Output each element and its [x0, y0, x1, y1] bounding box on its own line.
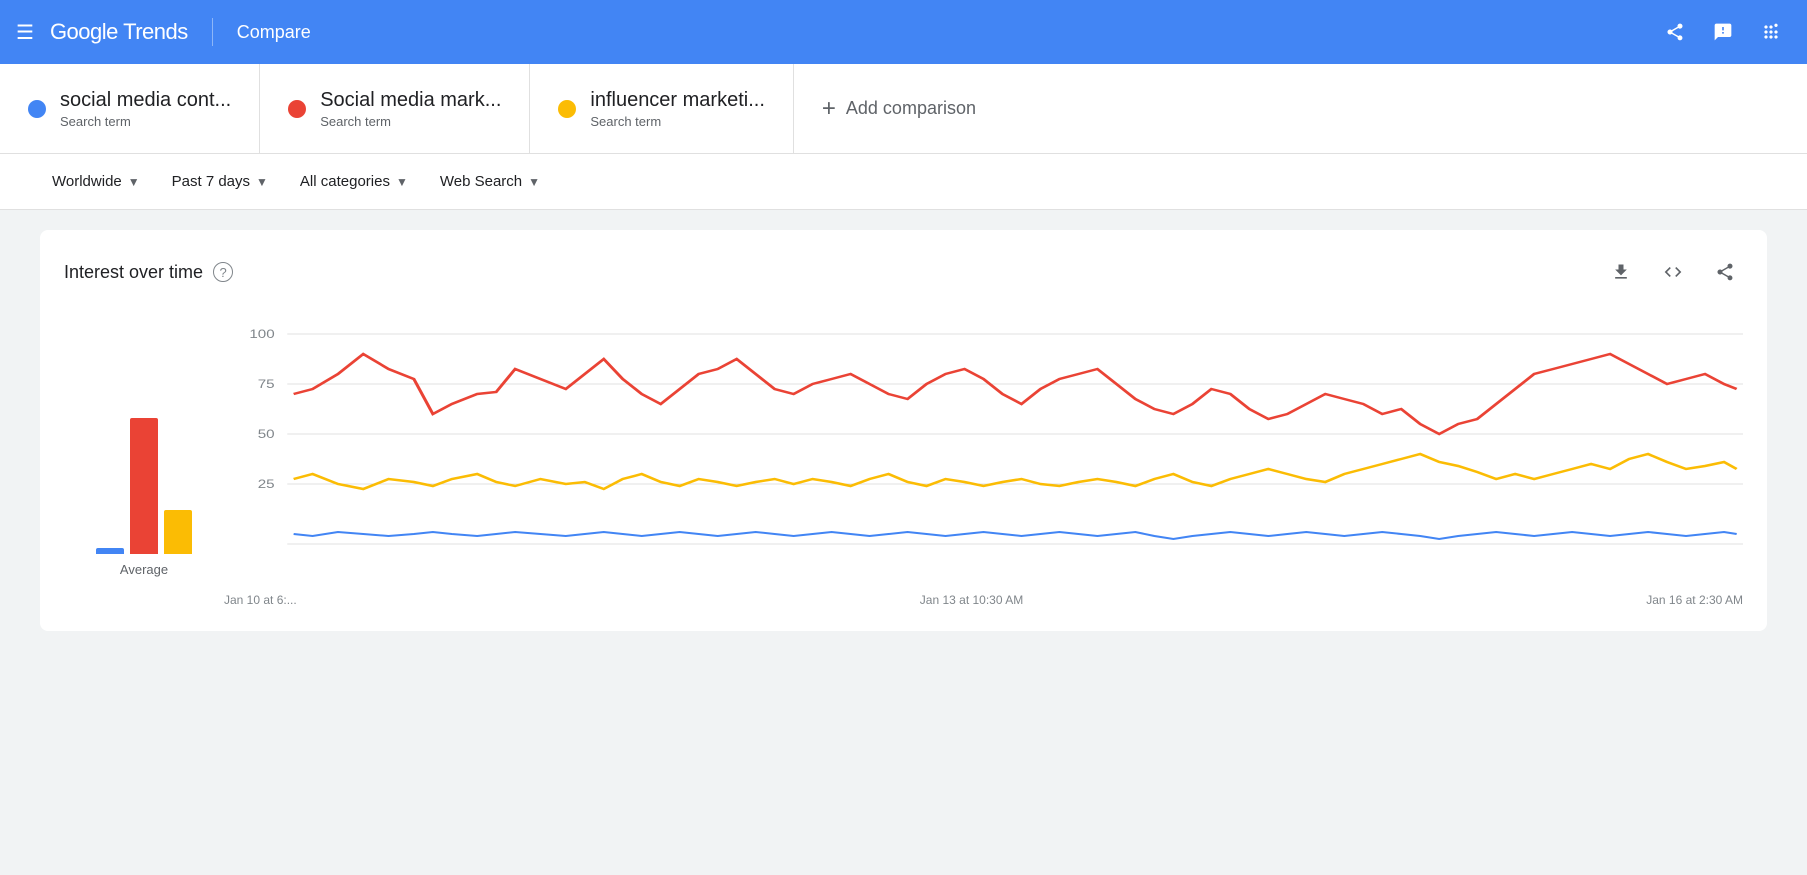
avg-bar-blue	[96, 548, 124, 554]
term1-text-wrap: social media cont... Search term	[60, 89, 231, 129]
term2-name: Social media mark...	[320, 89, 501, 112]
search-term-1[interactable]: social media cont... Search term	[0, 64, 260, 153]
term2-text-wrap: Social media mark... Search term	[320, 89, 501, 129]
app-header: ☰ Google Trends Compare	[0, 0, 1807, 64]
region-dropdown-arrow: ▼	[128, 175, 140, 189]
search-terms-bar: social media cont... Search term Social …	[0, 64, 1807, 154]
interest-over-time-card: Interest over time ?	[40, 230, 1767, 631]
blue-line	[294, 532, 1737, 539]
apps-icon[interactable]	[1751, 12, 1791, 52]
share-chart-button[interactable]	[1707, 254, 1743, 290]
card-title: Interest over time	[64, 262, 203, 283]
x-label-2: Jan 13 at 10:30 AM	[920, 593, 1023, 607]
term2-type: Search term	[320, 114, 501, 129]
term1-name: social media cont...	[60, 89, 231, 112]
card-header: Interest over time ?	[64, 254, 1743, 290]
svg-text:25: 25	[258, 477, 275, 490]
chart-average-section: Average	[64, 314, 224, 607]
svg-text:50: 50	[258, 427, 275, 440]
term3-dot	[558, 100, 576, 118]
search-term-3[interactable]: influencer marketi... Search term	[530, 64, 794, 153]
average-bars	[96, 354, 192, 554]
region-filter[interactable]: Worldwide ▼	[40, 165, 152, 198]
svg-text:75: 75	[258, 377, 275, 390]
average-label: Average	[120, 562, 168, 577]
category-filter-label: All categories	[300, 173, 390, 190]
add-comparison-label: Add comparison	[846, 98, 976, 119]
menu-icon[interactable]: ☰	[16, 20, 34, 45]
app-logo: Google Trends	[50, 19, 188, 45]
add-comparison-plus-icon: +	[822, 95, 836, 123]
x-axis-labels: Jan 10 at 6:... Jan 13 at 10:30 AM Jan 1…	[224, 589, 1743, 607]
time-filter-label: Past 7 days	[172, 173, 250, 190]
type-filter[interactable]: Web Search ▼	[428, 165, 552, 198]
header-divider	[212, 18, 213, 46]
x-label-3: Jan 16 at 2:30 AM	[1646, 593, 1743, 607]
term1-type: Search term	[60, 114, 231, 129]
x-label-1: Jan 10 at 6:...	[224, 593, 297, 607]
region-filter-label: Worldwide	[52, 173, 122, 190]
help-icon[interactable]: ?	[213, 262, 233, 282]
avg-bar-red	[130, 418, 158, 554]
term3-text-wrap: influencer marketi... Search term	[590, 89, 765, 129]
red-line	[294, 354, 1737, 434]
term2-dot	[288, 100, 306, 118]
card-title-wrap: Interest over time ?	[64, 262, 233, 283]
category-dropdown-arrow: ▼	[396, 175, 408, 189]
main-content: Interest over time ?	[0, 210, 1807, 651]
time-dropdown-arrow: ▼	[256, 175, 268, 189]
category-filter[interactable]: All categories ▼	[288, 165, 420, 198]
page-title: Compare	[237, 22, 311, 43]
add-comparison-button[interactable]: + Add comparison	[794, 64, 1004, 153]
type-filter-label: Web Search	[440, 173, 522, 190]
header-actions	[1655, 12, 1791, 52]
time-filter[interactable]: Past 7 days ▼	[160, 165, 280, 198]
avg-bar-yellow	[164, 510, 192, 554]
search-term-2[interactable]: Social media mark... Search term	[260, 64, 530, 153]
download-button[interactable]	[1603, 254, 1639, 290]
type-dropdown-arrow: ▼	[528, 175, 540, 189]
line-chart-section: 100 75 50 25 Jan 10 at 6:... Jan 1	[224, 314, 1743, 607]
feedback-icon[interactable]	[1703, 12, 1743, 52]
svg-text:100: 100	[249, 327, 275, 340]
share-icon[interactable]	[1655, 12, 1695, 52]
chart-svg-wrapper: 100 75 50 25	[224, 314, 1743, 589]
filter-bar: Worldwide ▼ Past 7 days ▼ All categories…	[0, 154, 1807, 210]
term1-dot	[28, 100, 46, 118]
card-actions	[1603, 254, 1743, 290]
term3-type: Search term	[590, 114, 765, 129]
embed-button[interactable]	[1655, 254, 1691, 290]
help-icon-label: ?	[219, 265, 226, 280]
chart-area: Average 100 75 50	[64, 314, 1743, 607]
line-chart-svg: 100 75 50 25	[224, 314, 1743, 584]
term3-name: influencer marketi...	[590, 89, 765, 112]
